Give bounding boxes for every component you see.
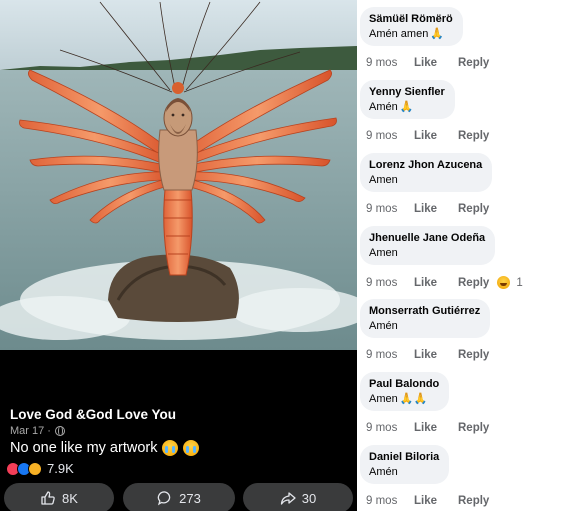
laugh-reaction-icon[interactable]: [497, 276, 511, 289]
commenter-name[interactable]: Lorenz Jhon Azucena: [369, 159, 482, 171]
commenter-name[interactable]: Daniel Biloria: [369, 451, 439, 463]
share-count: 30: [301, 490, 317, 506]
comment-meta: 9 mos Like Reply 1: [366, 276, 523, 289]
comment-reply-button[interactable]: Reply: [458, 495, 489, 507]
praying-hands-emoji: 🙏: [430, 27, 445, 40]
comment-bubble[interactable]: Monserrath Gutiérrez Amén: [360, 299, 491, 338]
comment-item: Yenny Sienfler Amén 🙏 9 mos Like Reply: [357, 73, 585, 146]
share-icon: [280, 492, 296, 505]
commenter-name[interactable]: Paul Balondo: [369, 378, 439, 390]
cry-emoji: [162, 440, 179, 456]
comment-text-row: Amén: [369, 466, 439, 478]
comment-text: Amén: [369, 466, 398, 478]
comment-text-row: Amen: [369, 247, 485, 259]
comment-text-row: Amén 🙏: [369, 101, 445, 113]
comment-meta: 9 mos Like Reply: [366, 349, 489, 361]
comment-reply-button[interactable]: Reply: [458, 130, 489, 142]
comment-icon: [157, 491, 171, 506]
reaction-count: 7.9K: [47, 461, 74, 476]
comment-text: Amén amen: [369, 28, 429, 40]
like-count: 8K: [62, 490, 78, 506]
share-button[interactable]: 30: [243, 483, 353, 511]
comment-like-button[interactable]: Like: [414, 349, 458, 361]
comment-bubble[interactable]: Paul Balondo Amen 🙏🙏: [360, 372, 450, 411]
comment-bubble[interactable]: Sämüël Römërö Amén amen 🙏: [360, 7, 463, 46]
comment-text: Amén: [369, 101, 398, 113]
comment-time: 9 mos: [366, 276, 398, 289]
comment-reply-button[interactable]: Reply: [458, 203, 489, 215]
comment-meta: 9 mos Like Reply: [366, 203, 489, 215]
thumbs-up-icon: [41, 491, 55, 505]
comment-time: 9 mos: [366, 57, 398, 69]
comment-text: Amen: [369, 174, 398, 186]
comment-meta: 9 mos Like Reply: [366, 130, 489, 142]
comment-reply-button[interactable]: Reply: [458, 422, 489, 434]
comment-reply-button[interactable]: Reply: [458, 57, 489, 69]
comment-text-row: Amen: [369, 174, 482, 186]
comment-bubble[interactable]: Lorenz Jhon Azucena Amen: [360, 153, 493, 192]
commenter-name[interactable]: Sämüël Römërö: [369, 13, 453, 25]
comment-bubble[interactable]: Jhenuelle Jane Odeña Amen: [360, 226, 496, 265]
reaction-summary[interactable]: 7.9K: [6, 461, 74, 476]
comment-item: Monserrath Gutiérrez Amén 9 mos Like Rep…: [357, 292, 585, 365]
comment-text: Amén: [369, 320, 398, 332]
comment-item: Daniel Biloria Amén 9 mos Like Reply: [357, 438, 585, 511]
cry-emoji: [183, 440, 200, 456]
comment-time: 9 mos: [366, 349, 398, 361]
globe-icon: [54, 426, 65, 436]
caption-text: No one like my artwork: [10, 440, 158, 456]
comment-count: 273: [179, 490, 201, 506]
comment-time: 9 mos: [366, 130, 398, 142]
post-meta: Mar 17 ·: [10, 425, 65, 437]
post-caption: No one like my artwork: [10, 440, 200, 456]
comment-text-row: Amén amen 🙏: [369, 28, 453, 40]
comment-like-button[interactable]: Like: [414, 203, 458, 215]
comment-reaction-count: 1: [516, 276, 523, 289]
comment-text-row: Amén: [369, 320, 480, 332]
comment-reply-button[interactable]: Reply: [458, 277, 489, 289]
comment-meta: 9 mos Like Reply: [366, 422, 489, 434]
post-date: Mar 17 ·: [10, 425, 51, 437]
post-panel: Love God &God Love You Mar 17 · No one l…: [0, 0, 357, 511]
comment-text: Amen: [369, 247, 398, 259]
comment-like-button[interactable]: Like: [414, 130, 458, 142]
comments-panel: Sämüël Römërö Amén amen 🙏 9 mos Like Rep…: [357, 0, 585, 511]
comment-item: Jhenuelle Jane Odeña Amen 9 mos Like Rep…: [357, 219, 585, 292]
comment-like-button[interactable]: Like: [414, 495, 458, 507]
comment-text: Amen: [369, 393, 398, 405]
comment-like-button[interactable]: Like: [414, 57, 458, 69]
comment-item: Lorenz Jhon Azucena Amen 9 mos Like Repl…: [357, 146, 585, 219]
comment-time: 9 mos: [366, 422, 398, 434]
like-button[interactable]: 8K: [4, 483, 114, 511]
comment-time: 9 mos: [366, 495, 398, 507]
comment-like-button[interactable]: Like: [414, 422, 458, 434]
commenter-name[interactable]: Yenny Sienfler: [369, 86, 445, 98]
commenter-name[interactable]: Monserrath Gutiérrez: [369, 305, 480, 317]
comment-item: Sämüël Römërö Amén amen 🙏 9 mos Like Rep…: [357, 0, 585, 73]
comment-bubble[interactable]: Yenny Sienfler Amén 🙏: [360, 80, 455, 119]
commenter-name[interactable]: Jhenuelle Jane Odeña: [369, 232, 485, 244]
care-reaction-icon: [28, 461, 42, 476]
comment-meta: 9 mos Like Reply: [366, 57, 489, 69]
comment-bubble[interactable]: Daniel Biloria Amén: [360, 445, 450, 484]
comment-meta: 9 mos Like Reply: [366, 495, 489, 507]
comment-button[interactable]: 273: [123, 483, 235, 511]
praying-hands-emoji: 🙏🙏: [399, 392, 428, 405]
comment-item: Paul Balondo Amen 🙏🙏 9 mos Like Reply: [357, 365, 585, 438]
comment-reply-button[interactable]: Reply: [458, 349, 489, 361]
comment-text-row: Amen 🙏🙏: [369, 393, 439, 405]
praying-hands-emoji: 🙏: [399, 100, 414, 113]
comment-time: 9 mos: [366, 203, 398, 215]
post-author[interactable]: Love God &God Love You: [10, 407, 176, 422]
comment-like-button[interactable]: Like: [414, 277, 458, 289]
post-image[interactable]: [0, 0, 357, 350]
